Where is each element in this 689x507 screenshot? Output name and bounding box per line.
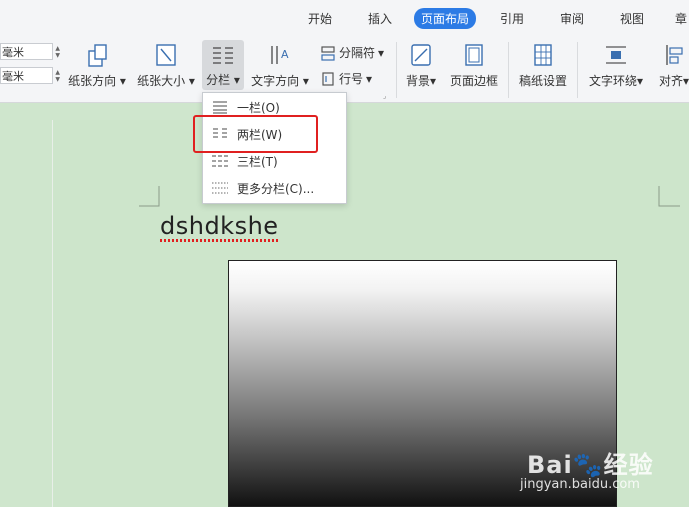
page-size-button[interactable]: 纸张大小 ▾ bbox=[137, 42, 195, 89]
align-button[interactable]: 对齐▾ bbox=[654, 42, 689, 89]
dialog-launcher-icon[interactable]: ⌟ bbox=[383, 92, 386, 100]
text-wrap-icon bbox=[606, 46, 626, 64]
tab-page-layout[interactable]: 页面布局 bbox=[414, 8, 477, 29]
background-icon bbox=[411, 44, 431, 66]
text-direction-icon: A bbox=[271, 46, 289, 64]
menu-item-label: 更多分栏(C)... bbox=[237, 181, 315, 196]
page-size-label: 纸张大小 bbox=[137, 74, 186, 88]
manuscript-label: 稿纸设置 bbox=[518, 74, 567, 88]
chevron-down-icon: ▾ bbox=[636, 74, 644, 88]
columns-label: 分栏 bbox=[206, 73, 231, 87]
one-column-icon bbox=[213, 101, 227, 114]
menu-item-three-columns[interactable]: 三栏(T) bbox=[211, 150, 278, 172]
ribbon-divider bbox=[396, 42, 397, 98]
menu-item-more-columns[interactable]: 更多分栏(C)... bbox=[211, 177, 314, 199]
orientation-button[interactable]: 纸张方向 ▾ bbox=[68, 42, 126, 89]
page-border-button[interactable]: 页面边框 bbox=[449, 42, 499, 89]
chevron-down-icon: ▾ bbox=[302, 74, 309, 88]
stepper-arrows-icon[interactable]: ▲ ▼ bbox=[55, 45, 60, 59]
tab-home[interactable]: 开始 bbox=[308, 10, 332, 27]
margin-bottom-input[interactable]: 毫米 ▲ ▼ bbox=[0, 67, 60, 84]
margin-top-unit: 毫米 bbox=[2, 46, 24, 59]
chevron-down-icon: ▾ bbox=[429, 74, 437, 88]
separator-label: 分隔符 bbox=[339, 46, 376, 60]
tab-review[interactable]: 审阅 bbox=[560, 10, 584, 27]
margin-corner-mark-icon bbox=[139, 186, 160, 207]
three-columns-icon bbox=[212, 155, 228, 167]
tab-references[interactable]: 引用 bbox=[500, 10, 524, 27]
page-border-label: 页面边框 bbox=[449, 74, 498, 88]
page-border-icon bbox=[465, 44, 483, 66]
menu-item-label: 一栏(O) bbox=[237, 100, 280, 115]
text-direction-button[interactable]: A 文字方向 ▾ bbox=[251, 42, 309, 89]
tab-bar: 开始 插入 页面布局 引用 审阅 视图 章 bbox=[0, 0, 689, 36]
line-number-label: 行号 bbox=[339, 72, 364, 86]
ribbon-divider bbox=[508, 42, 509, 98]
stepper-arrows-icon[interactable]: ▲ ▼ bbox=[55, 69, 60, 83]
menu-item-label: 三栏(T) bbox=[237, 154, 278, 169]
margin-top-input[interactable]: 毫米 ▲ ▼ bbox=[0, 43, 60, 60]
chevron-down-icon: ▾ bbox=[378, 45, 385, 60]
manuscript-button[interactable]: 稿纸设置 bbox=[517, 42, 569, 89]
chevron-down-icon: ▾ bbox=[119, 74, 126, 88]
text-direction-label: 文字方向 bbox=[251, 74, 300, 88]
columns-icon bbox=[213, 47, 233, 64]
orientation-label: 纸张方向 bbox=[68, 74, 117, 88]
text-wrap-label: 文字环绕 bbox=[588, 74, 637, 88]
text-wrap-button[interactable]: 文字环绕▾ bbox=[587, 42, 645, 89]
manuscript-grid-icon bbox=[534, 44, 552, 66]
highlight-annotation-box bbox=[193, 115, 318, 153]
paw-icon: 🐾 bbox=[572, 451, 604, 479]
tab-insert[interactable]: 插入 bbox=[368, 10, 392, 27]
tab-view[interactable]: 视图 bbox=[620, 10, 644, 27]
align-icon bbox=[666, 45, 683, 65]
margin-bottom-unit: 毫米 bbox=[2, 70, 24, 83]
separator-button[interactable]: 分隔符 ▾ bbox=[320, 44, 384, 61]
columns-button[interactable]: 分栏 ▾ bbox=[202, 40, 244, 90]
background-label: 背景 bbox=[405, 74, 430, 88]
page-size-icon bbox=[156, 44, 176, 66]
margin-corner-mark-icon bbox=[658, 186, 680, 207]
chevron-down-icon: ▾ bbox=[188, 74, 195, 88]
background-button[interactable]: 背景▾ bbox=[403, 42, 439, 89]
watermark-url: jingyan.baidu.com bbox=[520, 477, 640, 492]
align-label: 对齐 bbox=[658, 74, 683, 88]
chevron-down-icon: ▾ bbox=[366, 71, 373, 86]
page-orientation-icon bbox=[88, 44, 107, 67]
more-columns-icon bbox=[212, 182, 228, 194]
line-number-icon bbox=[322, 71, 334, 86]
page-break-icon bbox=[321, 45, 335, 61]
document-text[interactable]: dshdkshe bbox=[160, 212, 279, 242]
ribbon-divider bbox=[577, 42, 578, 98]
svg-text:A: A bbox=[281, 48, 289, 61]
line-number-button[interactable]: 行号 ▾ bbox=[320, 70, 372, 87]
watermark-logo: Bai🐾经验 bbox=[527, 445, 654, 480]
watermark-sub: 经验 bbox=[603, 451, 654, 479]
watermark-brand: Bai bbox=[527, 451, 573, 479]
chevron-down-icon: ▾ bbox=[233, 73, 240, 87]
chevron-down-icon: ▾ bbox=[682, 74, 689, 88]
tab-chapter[interactable]: 章 bbox=[675, 10, 687, 27]
